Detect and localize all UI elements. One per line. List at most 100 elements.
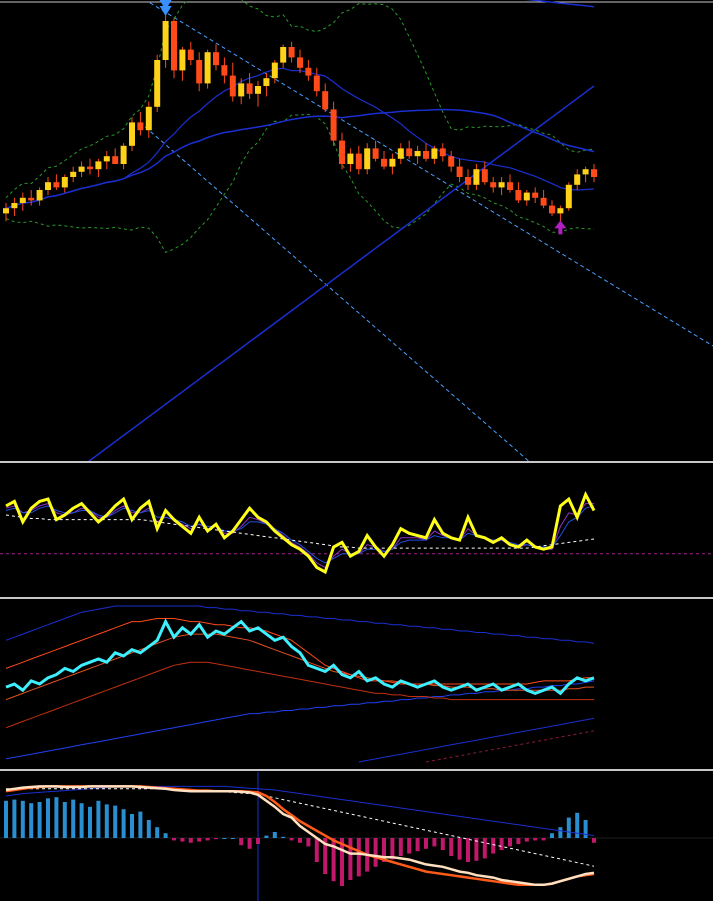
histogram-bar: [289, 838, 294, 841]
histogram-bar: [130, 814, 134, 838]
ma-slow: [5, 108, 595, 209]
candle-body: [221, 65, 228, 76]
histogram-bar: [533, 838, 538, 841]
candle-body: [263, 78, 270, 86]
chart-root: [0, 0, 713, 901]
candle-body: [70, 171, 77, 177]
histogram-bar: [12, 799, 17, 838]
candle-body: [423, 151, 429, 159]
histogram-bar: [348, 838, 353, 880]
histogram-bar: [29, 803, 34, 838]
candle-body: [507, 182, 513, 190]
ma-long: [87, 85, 595, 461]
histogram-bar: [180, 838, 185, 842]
candle-body: [288, 47, 295, 58]
candle-body: [557, 208, 564, 214]
candle-body: [372, 148, 379, 159]
histogram-bar: [550, 833, 554, 838]
histogram-bar: [440, 838, 445, 850]
histogram-bar: [432, 838, 437, 847]
candle-body: [431, 148, 438, 159]
candle-body: [339, 140, 345, 164]
histogram-bar: [314, 838, 319, 862]
candle-body: [204, 52, 211, 84]
histogram-bar: [566, 817, 571, 838]
candle-body: [389, 158, 396, 167]
candle-body: [465, 177, 471, 185]
candle-body: [498, 182, 505, 188]
channel-lower: [139, 122, 530, 461]
histogram-bar: [466, 838, 470, 862]
histogram-bar: [163, 833, 168, 838]
histogram-bar: [558, 827, 563, 838]
histogram-bar: [264, 835, 269, 838]
histogram-bar: [155, 827, 160, 838]
histogram-bar: [79, 803, 84, 838]
histogram-bar: [306, 838, 311, 847]
histogram-bar: [205, 838, 210, 841]
histogram-bar: [583, 820, 588, 838]
candle-body: [19, 197, 26, 203]
histogram-bar: [499, 838, 504, 850]
histogram-bar: [457, 838, 462, 860]
candle-body: [364, 148, 371, 170]
macd-main: [5, 785, 595, 887]
histogram-bar: [424, 838, 428, 849]
candle-body: [145, 106, 152, 131]
macd-signal: [5, 785, 595, 887]
candle-body: [591, 169, 597, 177]
momentum-series: [425, 730, 595, 763]
candle-body: [271, 62, 278, 79]
histogram-bar: [20, 800, 25, 838]
histogram-bar: [88, 806, 92, 838]
candle-body: [11, 203, 18, 209]
histogram-bar: [592, 838, 596, 843]
histogram-bar: [575, 812, 580, 838]
candle-body: [238, 83, 245, 97]
candle-body: [137, 122, 144, 131]
band-upper: [5, 0, 595, 199]
histogram-bar: [37, 802, 42, 838]
oscillator-series: [5, 490, 596, 575]
histogram-bar: [415, 838, 420, 852]
oscillator-panel: [0, 490, 713, 575]
candle-body: [347, 153, 354, 164]
candle-body: [213, 52, 219, 66]
panel-divider: [0, 597, 713, 599]
momentum-series: [5, 661, 594, 729]
histogram-bar: [298, 838, 302, 843]
histogram-bar: [516, 838, 521, 844]
candle-body: [397, 148, 404, 159]
candle-body: [171, 21, 177, 71]
candle-body: [297, 57, 303, 68]
sell-arrow-icon: [159, 0, 172, 16]
histogram-bar: [508, 838, 512, 847]
candle-body: [246, 83, 253, 94]
candle-body: [36, 190, 43, 201]
momentum-panel: [5, 605, 595, 763]
candle-body: [61, 177, 68, 188]
histogram-bar: [407, 838, 412, 854]
momentum-series: [358, 717, 595, 763]
candle-body: [355, 153, 362, 170]
candle-body: [322, 91, 329, 110]
candle-body: [187, 49, 194, 60]
candle-body: [515, 190, 522, 201]
ma-fast: [5, 67, 595, 209]
candle-body: [549, 205, 555, 214]
histogram-bar: [541, 838, 546, 841]
candle-body: [414, 151, 421, 157]
envelope-upper: [525, 0, 595, 8]
candle-body: [439, 148, 446, 157]
histogram-bar: [188, 838, 193, 843]
histogram-bar: [96, 800, 101, 838]
candle-body: [154, 60, 161, 107]
histogram-bar: [146, 820, 151, 838]
histogram-bar: [491, 838, 496, 854]
candle-body: [523, 192, 530, 201]
candle-body: [565, 184, 572, 209]
histogram-bar: [281, 836, 286, 838]
candle-body: [120, 145, 127, 164]
panel-divider: [0, 769, 713, 771]
histogram-bar: [172, 838, 176, 841]
